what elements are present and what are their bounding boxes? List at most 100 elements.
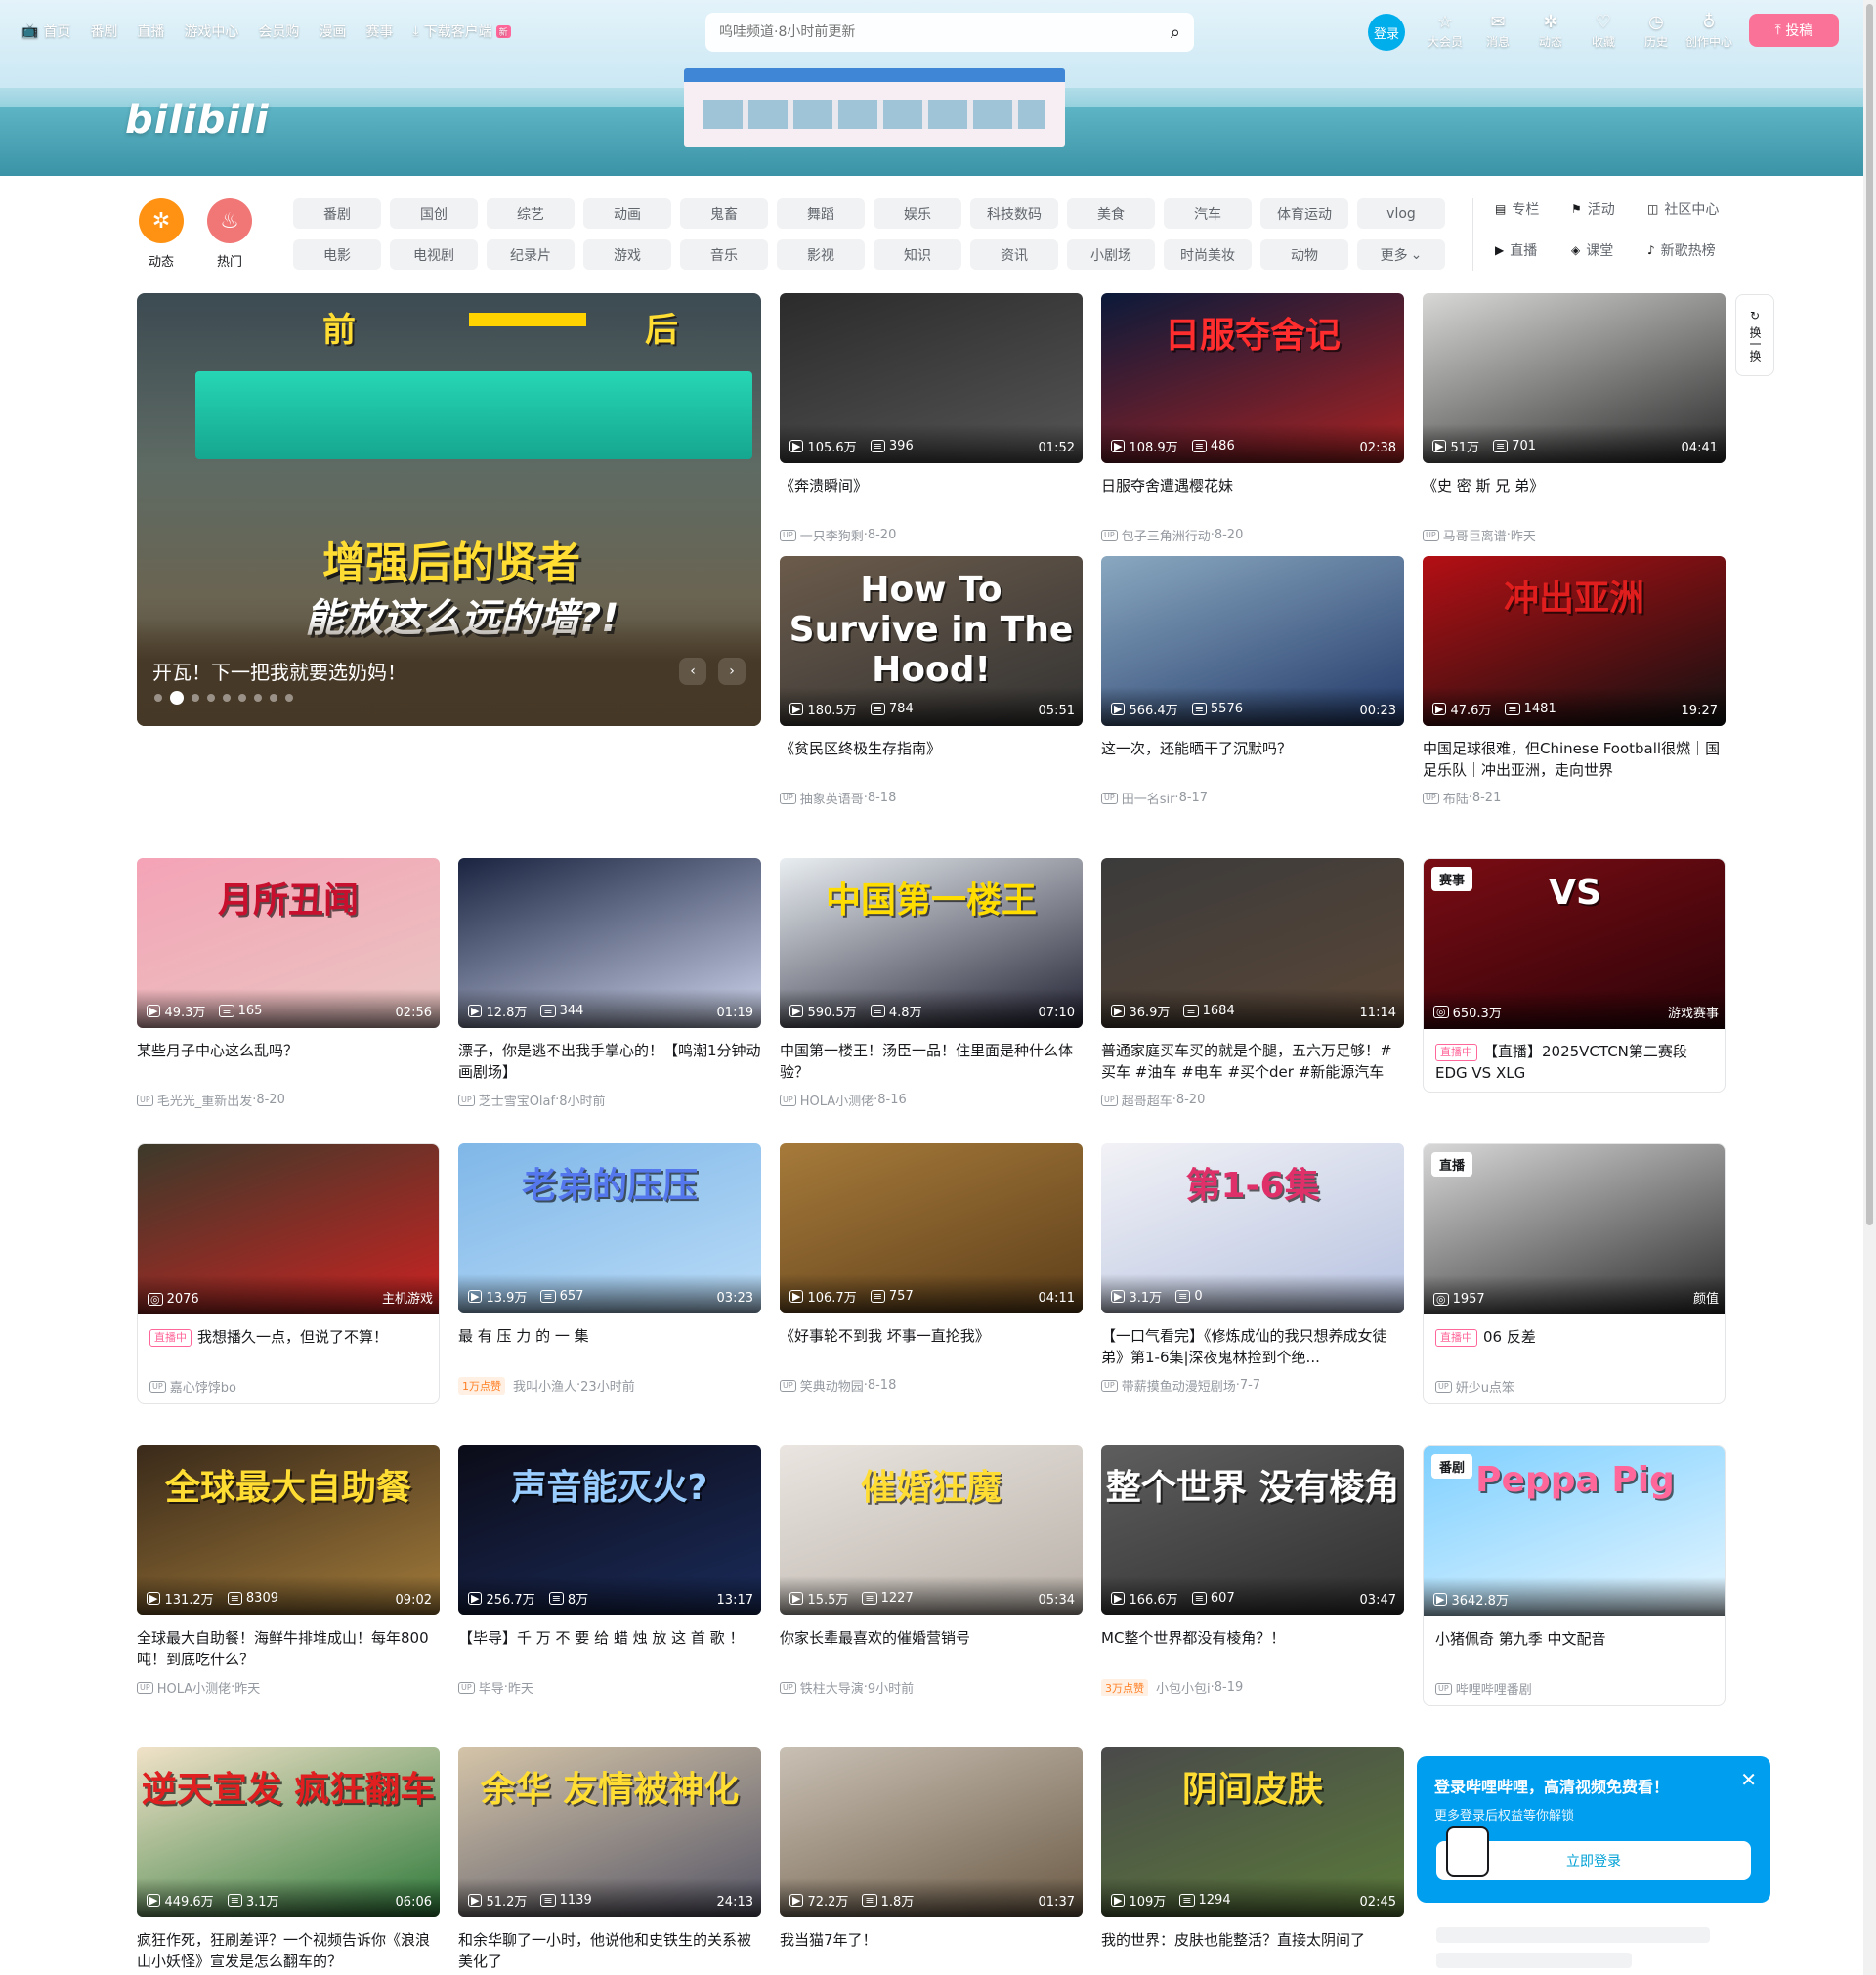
carousel-prev-button[interactable]: ‹ xyxy=(679,658,706,685)
channel-item[interactable]: 美食 xyxy=(1067,198,1155,229)
channel-item[interactable]: 体育运动 xyxy=(1260,198,1348,229)
video-thumbnail[interactable]: 冲出亚洲 ▶ 47.6万 ≡ 1481 19:27 xyxy=(1423,556,1726,726)
uploader-name[interactable]: 我叫小渔人 xyxy=(513,1376,576,1395)
search-input[interactable] xyxy=(719,24,1171,40)
carousel-dot[interactable] xyxy=(238,694,246,702)
video-title[interactable]: 普通家庭买车买的就是个腿，五六万足够！#买车 #油车 #电车 #买个der #新… xyxy=(1101,1040,1404,1083)
channel-link[interactable]: ▤ 专栏 xyxy=(1495,198,1571,220)
video-thumbnail[interactable]: VS 赛事 ◎ 650.3万 游戏赛事 xyxy=(1424,859,1725,1029)
uploader-name[interactable]: 哔哩哔哩番剧 xyxy=(1456,1679,1532,1697)
uploader-name[interactable]: 马哥巨离谱 xyxy=(1443,526,1507,544)
video-thumbnail[interactable]: ▶ 105.6万 ≡ 396 01:52 xyxy=(780,293,1083,463)
video-title[interactable]: 中国第一楼王！汤臣一品！住里面是种什么体验？ xyxy=(780,1040,1083,1083)
video-title[interactable]: 小猪佩奇 第九季 中文配音 xyxy=(1424,1628,1725,1671)
channel-item[interactable]: 番剧 xyxy=(293,198,381,229)
video-title[interactable]: 这一次，还能晒干了沉默吗？ xyxy=(1101,738,1404,781)
video-title[interactable]: 【一口气看完】《修炼成仙的我只想养成女徒弟》第1-6集|深夜鬼林捡到个绝... xyxy=(1101,1325,1404,1368)
video-thumbnail[interactable]: 整个世界 没有棱角 ▶ 166.6万 ≡ 607 03:47 xyxy=(1101,1445,1404,1615)
nav-home[interactable]: 📺 首页 xyxy=(21,21,70,41)
video-card[interactable]: Peppa Pig 番剧 ▶ 3642.8万 小猪佩奇 第九季 中文配音 UP 哔哩哔哩番剧 xyxy=(1423,1445,1726,1706)
video-card[interactable]: 日服夺舍记 ▶ 108.9万 ≡ 486 02:38 日服夺舍遭遇樱花妹 UP 包子三角洲行动 … xyxy=(1101,293,1404,544)
carousel-dot[interactable] xyxy=(270,694,277,702)
nav-creator-center[interactable]: ♁ 创作中心 xyxy=(1683,12,1735,50)
carousel-dot[interactable] xyxy=(223,694,231,702)
video-title[interactable]: 我的世界：皮肤也能整活？直接太阴间了 xyxy=(1101,1929,1404,1972)
channel-link[interactable]: ◈ 课堂 xyxy=(1571,239,1647,261)
channel-item[interactable]: 音乐 xyxy=(680,239,768,270)
video-card[interactable]: 老弟的压压 ▶ 13.9万 ≡ 657 03:23 最 有 压 力 的 一 集 1万点赞 我叫小… xyxy=(458,1143,761,1395)
video-title[interactable]: 直播中 我想播久一点，但说了不算！ xyxy=(138,1326,439,1369)
hero-carousel[interactable]: 前 后 增强后的贤者 能放这么远的墙?! 开瓦！下一把我就要选奶妈！ ‹ › xyxy=(137,293,761,726)
channel-item[interactable]: 汽车 xyxy=(1164,198,1252,229)
video-title[interactable]: 疯狂作死，狂刷差评？一个视频告诉你《浪浪山小妖怪》宣发是怎么翻车的？ xyxy=(137,1929,440,1972)
video-thumbnail[interactable]: ▶ 51万 ≡ 701 04:41 xyxy=(1423,293,1726,463)
close-icon[interactable]: ✕ xyxy=(1740,1768,1757,1791)
carousel-dot[interactable] xyxy=(170,691,184,705)
video-card[interactable]: ▶ 36.9万 ≡ 1684 11:14 普通家庭买车买的就是个腿，五六万足够！#买车 #… xyxy=(1101,858,1404,1109)
video-card[interactable]: ▶ 72.2万 ≡ 1.8万 01:37 我当猫7年了！ xyxy=(780,1747,1083,1972)
channel-item[interactable]: 综艺 xyxy=(487,198,575,229)
nav-history[interactable]: ◷ 历史 xyxy=(1630,12,1683,50)
channel-item[interactable]: 舞蹈 xyxy=(777,198,865,229)
channel-item[interactable]: 电影 xyxy=(293,239,381,270)
channel-item[interactable]: 资讯 xyxy=(970,239,1058,270)
video-thumbnail[interactable]: 中国第一楼王 ▶ 590.5万 ≡ 4.8万 07:10 xyxy=(780,858,1083,1028)
nav-esports[interactable]: 赛事 xyxy=(365,21,393,41)
video-card[interactable]: 声音能灭火? ▶ 256.7万 ≡ 8万 13:17 【毕导】千 万 不 要 给 蜡 烛 放… xyxy=(458,1445,761,1696)
video-card[interactable]: ▶ 106.7万 ≡ 757 04:11 《好事轮不到我 坏事一直抡我》 UP 笑典动物园 ·… xyxy=(780,1143,1083,1395)
channel-item[interactable]: 娱乐 xyxy=(874,198,961,229)
video-card[interactable]: ▶ 12.8万 ≡ 344 01:19 漂子，你是逃不出我手掌心的！【鸣潮1分钟动画剧场】… xyxy=(458,858,761,1109)
video-title[interactable]: 你家长辈最喜欢的催婚营销号 xyxy=(780,1627,1083,1670)
uploader-name[interactable]: 布陆 xyxy=(1443,789,1469,807)
carousel-dot[interactable] xyxy=(254,694,262,702)
video-thumbnail[interactable]: 月所丑闻 ▶ 49.3万 ≡ 165 02:56 xyxy=(137,858,440,1028)
nav-game-center[interactable]: 游戏中心 xyxy=(184,21,238,41)
video-thumbnail[interactable]: 老弟的压压 ▶ 13.9万 ≡ 657 03:23 xyxy=(458,1143,761,1313)
login-avatar[interactable]: 登录 xyxy=(1368,14,1405,51)
nav-manga[interactable]: 漫画 xyxy=(319,21,346,41)
channel-item[interactable]: 国创 xyxy=(390,198,478,229)
uploader-name[interactable]: 毕导 xyxy=(479,1678,504,1696)
channel-item[interactable]: 动画 xyxy=(583,198,671,229)
video-thumbnail[interactable]: Peppa Pig 番剧 ▶ 3642.8万 xyxy=(1424,1446,1725,1616)
channel-item[interactable]: 影视 xyxy=(777,239,865,270)
video-title[interactable]: 中国足球很难，但Chinese Football很燃｜国足乐队｜冲出亚洲，走向世… xyxy=(1423,738,1726,781)
channel-item[interactable]: 知识 xyxy=(874,239,961,270)
uploader-name[interactable]: 抽象英语哥 xyxy=(800,789,864,807)
uploader-name[interactable]: 妍少u点笨 xyxy=(1456,1377,1514,1395)
channel-item[interactable]: 小剧场 xyxy=(1067,239,1155,270)
uploader-name[interactable]: 铁柱大导演 xyxy=(800,1678,864,1696)
video-thumbnail[interactable]: ▶ 12.8万 ≡ 344 01:19 xyxy=(458,858,761,1028)
uploader-name[interactable]: HOLA小测佬 xyxy=(157,1678,231,1696)
channel-item[interactable]: 动物 xyxy=(1260,239,1348,270)
video-title[interactable]: 最 有 压 力 的 一 集 xyxy=(458,1325,761,1368)
video-title[interactable]: 《奔溃瞬间》 xyxy=(780,475,1083,518)
carousel-dot[interactable] xyxy=(192,694,199,702)
channel-dynamic[interactable]: ✲ 动态 xyxy=(137,198,186,270)
channel-link[interactable]: ♪ 新歌热榜 xyxy=(1647,239,1724,261)
channel-link[interactable]: ◫ 社区中心 xyxy=(1647,198,1724,220)
channel-link[interactable]: ⚑ 活动 xyxy=(1571,198,1647,220)
video-title[interactable]: 全球最大自助餐！海鲜牛排堆成山！每年800吨！到底吃什么？ xyxy=(137,1627,440,1670)
uploader-name[interactable]: 超哥超车 xyxy=(1122,1091,1172,1109)
video-card[interactable]: 中国第一楼王 ▶ 590.5万 ≡ 4.8万 07:10 中国第一楼王！汤臣一品！住里面是种… xyxy=(780,858,1083,1109)
channel-hot[interactable]: ♨ 热门 xyxy=(205,198,254,270)
video-thumbnail[interactable]: ▶ 566.4万 ≡ 5576 00:23 xyxy=(1101,556,1404,726)
video-title[interactable]: 【毕导】千 万 不 要 给 蜡 烛 放 这 首 歌 ！ xyxy=(458,1627,761,1670)
uploader-name[interactable]: 带薪摸鱼动漫短剧场 xyxy=(1122,1376,1236,1395)
video-thumbnail[interactable]: ▶ 72.2万 ≡ 1.8万 01:37 xyxy=(780,1747,1083,1917)
refresh-button[interactable]: ↻ 换一换 xyxy=(1735,294,1774,376)
channel-item[interactable]: 科技数码 xyxy=(970,198,1058,229)
video-card[interactable]: 冲出亚洲 ▶ 47.6万 ≡ 1481 19:27 中国足球很难，但Chinese Foot… xyxy=(1423,556,1726,807)
uploader-name[interactable]: HOLA小测佬 xyxy=(800,1091,874,1109)
nav-dynamic[interactable]: ✲ 动态 xyxy=(1524,12,1577,50)
nav-vip[interactable]: ☆ 大会员 xyxy=(1419,12,1471,50)
video-thumbnail[interactable]: 催婚狂魔 ▶ 15.5万 ≡ 1227 05:34 xyxy=(780,1445,1083,1615)
uploader-name[interactable]: 嘉心饽饽bo xyxy=(170,1377,236,1395)
video-title[interactable]: 漂子，你是逃不出我手掌心的！【鸣潮1分钟动画剧场】 xyxy=(458,1040,761,1083)
video-title[interactable]: 《史 密 斯 兄 弟》 xyxy=(1423,475,1726,518)
scrollbar-thumb[interactable] xyxy=(1866,4,1873,1225)
video-card[interactable]: 第1-6集 ▶ 3.1万 ≡ 0 【一口气看完】《修炼成仙的我只想养成女徒弟》第1-6集|… xyxy=(1101,1143,1404,1395)
nav-messages[interactable]: ✉ 消息 xyxy=(1471,12,1524,50)
video-thumbnail[interactable]: How To Survive in The Hood! ▶ 180.5万 ≡ 784 05… xyxy=(780,556,1083,726)
